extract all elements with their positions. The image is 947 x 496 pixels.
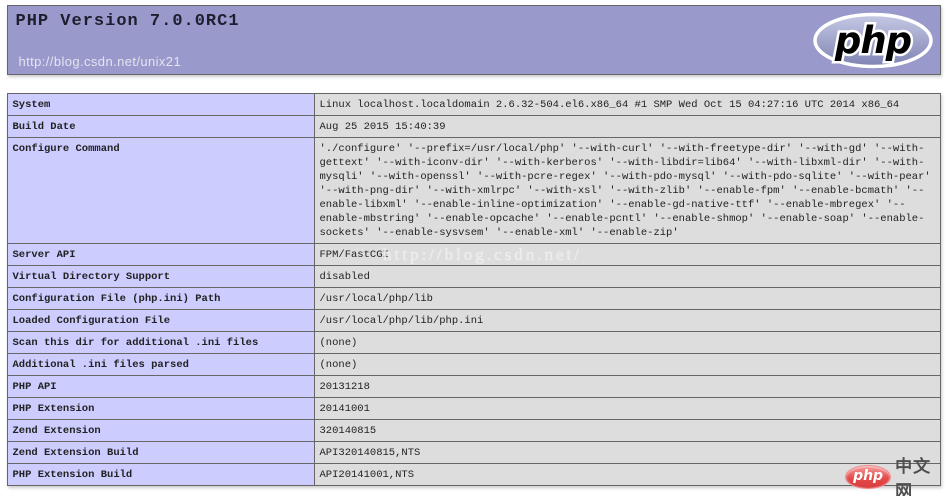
- row-system: System Linux localhost.localdomain 2.6.3…: [7, 94, 940, 116]
- row-label: PHP API: [7, 376, 314, 398]
- row-label: Zend Extension: [7, 420, 314, 442]
- row-value: disabled: [314, 266, 940, 288]
- row-label: Virtual Directory Support: [7, 266, 314, 288]
- row-label: System: [7, 94, 314, 116]
- row-server-api: Server API FPM/FastCGI: [7, 244, 940, 266]
- php-logo-icon[interactable]: php: [811, 12, 935, 70]
- row-value: (none): [314, 332, 940, 354]
- row-loaded-configuration-file: Loaded Configuration File /usr/local/php…: [7, 310, 940, 332]
- row-php-extension: PHP Extension 20141001: [7, 398, 940, 420]
- row-label: Loaded Configuration File: [7, 310, 314, 332]
- row-value: 320140815: [314, 420, 940, 442]
- row-label: Build Date: [7, 116, 314, 138]
- row-build-date: Build Date Aug 25 2015 15:40:39: [7, 116, 940, 138]
- row-zend-extension: Zend Extension 320140815: [7, 420, 940, 442]
- row-scan-dir-ini: Scan this dir for additional .ini files …: [7, 332, 940, 354]
- page-title: PHP Version 7.0.0RC1: [8, 6, 940, 31]
- row-php-api: PHP API 20131218: [7, 376, 940, 398]
- phpinfo-header: PHP Version 7.0.0RC1 http://blog.csdn.ne…: [7, 5, 941, 75]
- row-additional-ini-parsed: Additional .ini files parsed (none): [7, 354, 940, 376]
- row-value: 20141001: [314, 398, 940, 420]
- row-label: Configure Command: [7, 138, 314, 244]
- row-value: 20131218: [314, 376, 940, 398]
- row-php-extension-build: PHP Extension Build API20141001,NTS: [7, 464, 940, 486]
- row-virtual-directory-support: Virtual Directory Support disabled: [7, 266, 940, 288]
- phpinfo-page: PHP Version 7.0.0RC1 http://blog.csdn.ne…: [0, 0, 947, 496]
- row-label: Configuration File (php.ini) Path: [7, 288, 314, 310]
- row-value: (none): [314, 354, 940, 376]
- row-configure-command: Configure Command './configure' '--prefi…: [7, 138, 940, 244]
- svg-text:php: php: [833, 19, 911, 62]
- row-label: PHP Extension Build: [7, 464, 314, 486]
- row-label: Scan this dir for additional .ini files: [7, 332, 314, 354]
- row-label: Additional .ini files parsed: [7, 354, 314, 376]
- csdn-header-watermark: http://blog.csdn.net/unix21: [19, 54, 182, 69]
- phpinfo-table: System Linux localhost.localdomain 2.6.3…: [7, 93, 941, 486]
- row-value: Aug 25 2015 15:40:39: [314, 116, 940, 138]
- row-value: FPM/FastCGI: [314, 244, 940, 266]
- row-configuration-file-path: Configuration File (php.ini) Path /usr/l…: [7, 288, 940, 310]
- row-value: Linux localhost.localdomain 2.6.32-504.e…: [314, 94, 940, 116]
- row-value: './configure' '--prefix=/usr/local/php' …: [314, 138, 940, 244]
- phpcn-logo-icon: php: [846, 466, 890, 488]
- row-zend-extension-build: Zend Extension Build API320140815,NTS: [7, 442, 940, 464]
- phpcn-site-name: 中文网: [895, 452, 947, 496]
- row-label: PHP Extension: [7, 398, 314, 420]
- row-value: /usr/local/php/lib/php.ini: [314, 310, 940, 332]
- row-value: /usr/local/php/lib: [314, 288, 940, 310]
- row-label: Server API: [7, 244, 314, 266]
- phpcn-watermark: php 中文网: [846, 452, 947, 496]
- row-label: Zend Extension Build: [7, 442, 314, 464]
